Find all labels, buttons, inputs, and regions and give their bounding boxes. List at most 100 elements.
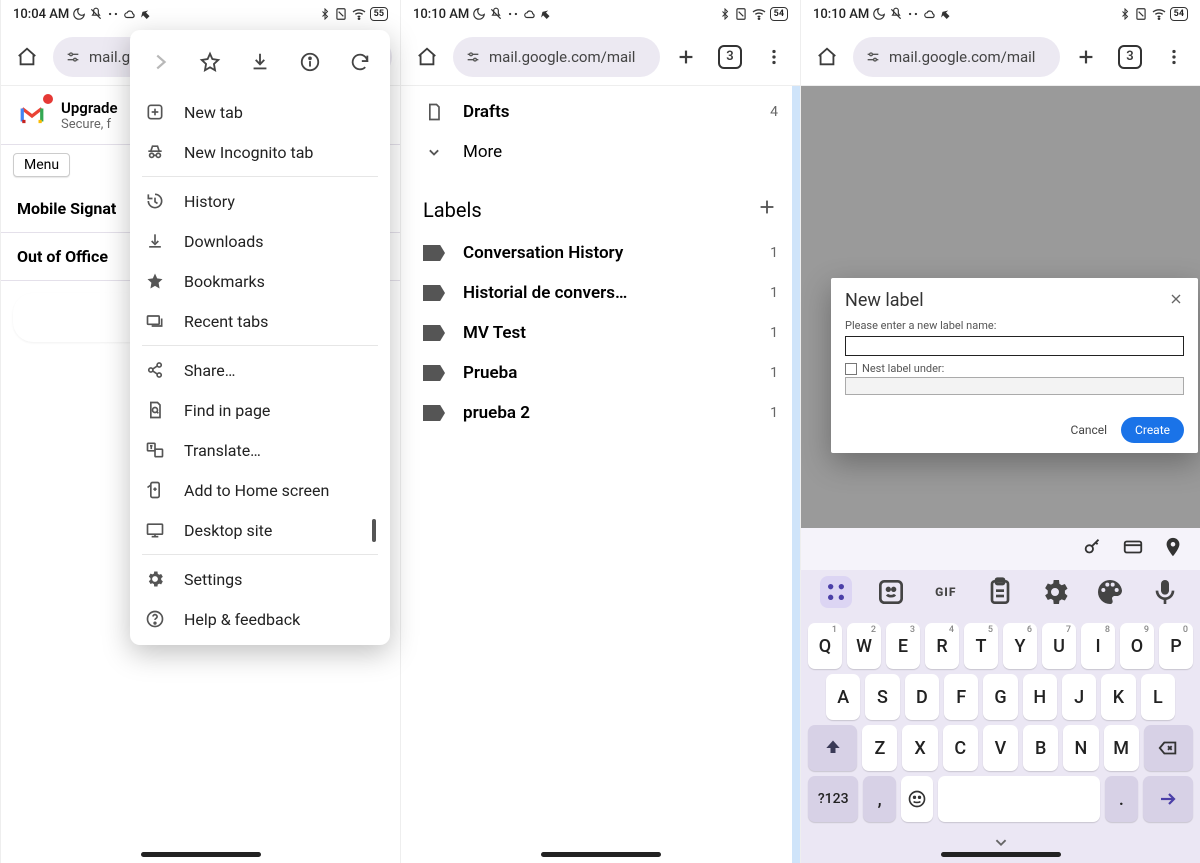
- file-icon: [423, 102, 445, 122]
- palette-icon[interactable]: [1094, 576, 1126, 608]
- folder-more[interactable]: More: [401, 132, 800, 172]
- nest-checkbox-row[interactable]: Nest label under:: [845, 362, 1184, 375]
- key-k[interactable]: K: [1101, 674, 1135, 720]
- key-o[interactable]: O9: [1120, 623, 1154, 669]
- key-l[interactable]: L: [1141, 674, 1175, 720]
- add-label-icon[interactable]: [756, 196, 778, 223]
- menu-desktop-site[interactable]: Desktop site: [130, 510, 390, 550]
- new-tab-icon[interactable]: [668, 39, 704, 75]
- menu-settings[interactable]: Settings: [130, 559, 390, 599]
- label-row[interactable]: Prueba1: [401, 353, 800, 393]
- nav-handle[interactable]: [541, 852, 661, 857]
- tabs-button[interactable]: 3: [1112, 39, 1148, 75]
- key-h[interactable]: H: [1023, 674, 1057, 720]
- menu-add-home[interactable]: Add to Home screen: [130, 470, 390, 510]
- sticker-icon[interactable]: [875, 576, 907, 608]
- overflow-icon[interactable]: [756, 39, 792, 75]
- label-name-input[interactable]: [845, 336, 1184, 356]
- close-icon[interactable]: [1168, 291, 1184, 311]
- key-p[interactable]: P0: [1159, 623, 1193, 669]
- comma-key[interactable]: ,: [863, 776, 895, 822]
- star-icon[interactable]: [190, 42, 230, 82]
- label-row[interactable]: prueba 21: [401, 393, 800, 433]
- key-a[interactable]: A: [826, 674, 860, 720]
- label-row[interactable]: Conversation History1: [401, 233, 800, 273]
- shift-key[interactable]: [808, 725, 857, 771]
- tabs-button[interactable]: 3: [712, 39, 748, 75]
- nav-handle[interactable]: [141, 852, 261, 857]
- key-v[interactable]: V: [983, 725, 1018, 771]
- overflow-icon[interactable]: [1156, 39, 1192, 75]
- cancel-button[interactable]: Cancel: [1065, 419, 1114, 441]
- label-count: 1: [770, 245, 778, 261]
- mic-icon[interactable]: [1149, 576, 1181, 608]
- key-y[interactable]: Y6: [1003, 623, 1037, 669]
- menu-recent-tabs[interactable]: Recent tabs: [130, 301, 390, 341]
- key-c[interactable]: C: [943, 725, 978, 771]
- menu-button[interactable]: Menu: [13, 153, 70, 177]
- home-icon[interactable]: [809, 39, 845, 75]
- download-icon[interactable]: [240, 42, 280, 82]
- home-icon[interactable]: [409, 39, 445, 75]
- menu-history[interactable]: History: [130, 181, 390, 221]
- menu-translate[interactable]: Translate…: [130, 430, 390, 470]
- bluetooth-icon: [319, 8, 331, 20]
- password-key-icon[interactable]: [1082, 536, 1104, 562]
- location-icon[interactable]: [1162, 536, 1184, 562]
- key-f[interactable]: F: [944, 674, 978, 720]
- url-bar[interactable]: mail.google.com/mail: [853, 37, 1060, 77]
- menu-bookmarks[interactable]: Bookmarks: [130, 261, 390, 301]
- card-icon[interactable]: [1122, 536, 1144, 562]
- gear-icon: [144, 569, 166, 589]
- key-r[interactable]: R4: [925, 623, 959, 669]
- desktop-checkbox[interactable]: [372, 519, 376, 542]
- menu-downloads[interactable]: Downloads: [130, 221, 390, 261]
- gear-icon[interactable]: [1039, 576, 1071, 608]
- emoji-key[interactable]: [901, 776, 933, 822]
- menu-help[interactable]: Help & feedback: [130, 599, 390, 639]
- quick-apps-icon[interactable]: [820, 576, 852, 608]
- mute-icon: [89, 7, 103, 21]
- key-e[interactable]: E3: [886, 623, 920, 669]
- key-d[interactable]: D: [905, 674, 939, 720]
- nest-checkbox[interactable]: [845, 363, 857, 375]
- menu-find-in-page[interactable]: Find in page: [130, 390, 390, 430]
- url-bar[interactable]: mail.google.com/mail: [453, 37, 660, 77]
- key-w[interactable]: W2: [847, 623, 881, 669]
- key-b[interactable]: B: [1023, 725, 1058, 771]
- symbols-key[interactable]: ?123: [808, 776, 858, 822]
- key-m[interactable]: M: [1104, 725, 1139, 771]
- label-row[interactable]: Historial de convers…1: [401, 273, 800, 313]
- menu-incognito[interactable]: New Incognito tab: [130, 132, 390, 172]
- key-s[interactable]: S: [865, 674, 899, 720]
- period-key[interactable]: .: [1105, 776, 1137, 822]
- dialog-prompt: Please enter a new label name:: [845, 319, 1184, 332]
- key-i[interactable]: I8: [1081, 623, 1115, 669]
- nav-handle[interactable]: [941, 852, 1061, 857]
- key-j[interactable]: J: [1062, 674, 1096, 720]
- menu-new-tab[interactable]: New tab: [130, 92, 390, 132]
- info-icon[interactable]: [290, 42, 330, 82]
- forward-icon[interactable]: [140, 42, 180, 82]
- folder-drafts[interactable]: Drafts 4: [401, 92, 800, 132]
- create-button[interactable]: Create: [1121, 417, 1184, 443]
- key-z[interactable]: Z: [862, 725, 897, 771]
- backspace-key[interactable]: [1144, 725, 1193, 771]
- home-icon[interactable]: [9, 39, 45, 75]
- label-row[interactable]: MV Test1: [401, 313, 800, 353]
- key-u[interactable]: U7: [1042, 623, 1076, 669]
- clipboard-icon[interactable]: [984, 576, 1016, 608]
- nest-select[interactable]: [845, 377, 1184, 395]
- gif-icon[interactable]: GIF: [930, 576, 962, 608]
- refresh-icon[interactable]: [340, 42, 380, 82]
- key-n[interactable]: N: [1063, 725, 1098, 771]
- menu-share[interactable]: Share…: [130, 350, 390, 390]
- key-q[interactable]: Q1: [808, 623, 842, 669]
- chrome-overflow-menu: New tab New Incognito tab History Downlo…: [130, 30, 390, 645]
- key-t[interactable]: T5: [964, 623, 998, 669]
- space-key[interactable]: [938, 776, 1100, 822]
- key-g[interactable]: G: [983, 674, 1017, 720]
- enter-key[interactable]: [1143, 776, 1193, 822]
- new-tab-icon[interactable]: [1068, 39, 1104, 75]
- key-x[interactable]: X: [902, 725, 937, 771]
